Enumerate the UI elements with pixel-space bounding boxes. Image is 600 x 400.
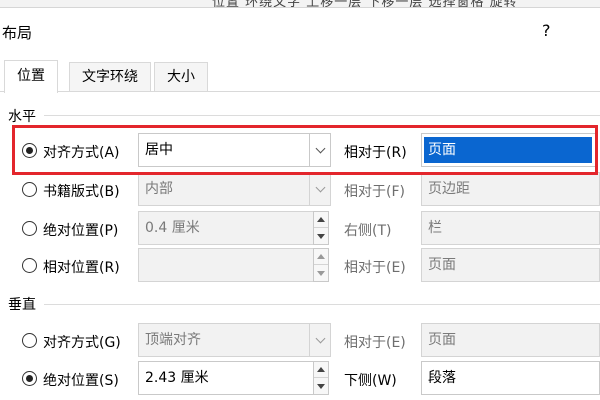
chevron-down-icon <box>315 182 325 192</box>
vertical-alignment-radio[interactable] <box>22 333 37 348</box>
horizontal-book-layout-dropdown[interactable] <box>309 172 331 206</box>
horizontal-relative-input[interactable] <box>138 248 314 282</box>
tab-divider <box>0 91 600 92</box>
tab-text-wrapping[interactable]: 文字环绕 <box>69 62 151 92</box>
horizontal-absolute-radio[interactable] <box>22 221 37 236</box>
chevron-down-icon <box>315 333 325 343</box>
vertical-absolute-relative-label: 下侧(W) <box>344 373 397 389</box>
vertical-group-divider <box>44 304 600 305</box>
vertical-absolute-input[interactable]: 2.43 厘米 <box>138 361 314 395</box>
horizontal-relative-label[interactable]: 相对位置(R) <box>43 257 120 277</box>
help-button[interactable]: ? <box>542 21 551 40</box>
vertical-absolute-relative-select[interactable]: 段落 <box>421 361 600 395</box>
horizontal-alignment-relative-select[interactable]: 页面 <box>421 133 598 167</box>
tab-size[interactable]: 大小 <box>154 62 208 92</box>
tab-label: 文字环绕 <box>82 69 138 85</box>
horizontal-alignment-dropdown[interactable] <box>309 133 331 167</box>
tab-bar: 位置 文字环绕 大小 <box>0 60 600 93</box>
horizontal-book-layout-select[interactable]: 内部 <box>138 172 310 206</box>
stepper-down-icon[interactable] <box>314 265 328 281</box>
vertical-absolute-stepper[interactable] <box>313 361 329 395</box>
stepper-up-icon[interactable] <box>314 249 328 265</box>
vertical-alignment-relative-label: 相对于(E) <box>344 335 406 351</box>
horizontal-absolute-relative-select[interactable]: 栏 <box>421 211 600 245</box>
vertical-alignment-dropdown[interactable] <box>309 323 331 357</box>
background-ribbon-text: 位置 环绕文字 上移一层 下移一层 选择窗格 旋转 <box>212 0 518 8</box>
horizontal-book-layout-radio[interactable] <box>22 182 37 197</box>
horizontal-relative-stepper[interactable] <box>313 248 329 282</box>
vertical-alignment-select[interactable]: 顶端对齐 <box>138 323 310 357</box>
vertical-group-label: 垂直 <box>8 297 36 313</box>
vertical-absolute-label[interactable]: 绝对位置(S) <box>43 370 119 390</box>
horizontal-alignment-label[interactable]: 对齐方式(A) <box>43 142 120 162</box>
horizontal-alignment-radio[interactable] <box>22 143 37 158</box>
vertical-alignment-relative-select[interactable]: 页面 <box>421 323 600 357</box>
tab-label: 位置 <box>17 68 45 84</box>
dialog-title: 布局 <box>2 24 33 42</box>
tab-position[interactable]: 位置 <box>4 60 58 93</box>
horizontal-group-divider <box>44 115 600 116</box>
horizontal-relative-relative-select[interactable]: 页面 <box>421 248 600 282</box>
horizontal-absolute-label[interactable]: 绝对位置(P) <box>43 220 118 240</box>
horizontal-absolute-stepper[interactable] <box>313 211 329 245</box>
horizontal-absolute-input[interactable]: 0.4 厘米 <box>138 211 314 245</box>
vertical-alignment-label[interactable]: 对齐方式(G) <box>43 332 121 352</box>
horizontal-group-label: 水平 <box>8 109 36 125</box>
chevron-down-icon <box>315 143 325 153</box>
horizontal-absolute-relative-label: 右侧(T) <box>344 223 392 239</box>
horizontal-book-layout-label[interactable]: 书籍版式(B) <box>43 181 120 201</box>
stepper-up-icon[interactable] <box>314 362 328 378</box>
horizontal-book-layout-relative-label: 相对于(F) <box>344 184 405 200</box>
dialog-titlebar: 布局 ? <box>0 8 600 52</box>
horizontal-relative-relative-label: 相对于(E) <box>344 260 406 276</box>
stepper-up-icon[interactable] <box>314 212 328 228</box>
horizontal-book-layout-relative-select[interactable]: 页边距 <box>421 172 600 206</box>
vertical-absolute-radio[interactable] <box>22 371 37 386</box>
background-ribbon: 位置 环绕文字 上移一层 下移一层 选择窗格 旋转 <box>0 0 600 8</box>
horizontal-relative-radio[interactable] <box>22 258 37 273</box>
horizontal-alignment-relative-label: 相对于(R) <box>344 145 407 161</box>
selected-value: 页面 <box>424 137 592 163</box>
tab-label: 大小 <box>167 69 195 85</box>
horizontal-alignment-select[interactable]: 居中 <box>138 133 310 167</box>
stepper-down-icon[interactable] <box>314 228 328 244</box>
stepper-down-icon[interactable] <box>314 378 328 394</box>
